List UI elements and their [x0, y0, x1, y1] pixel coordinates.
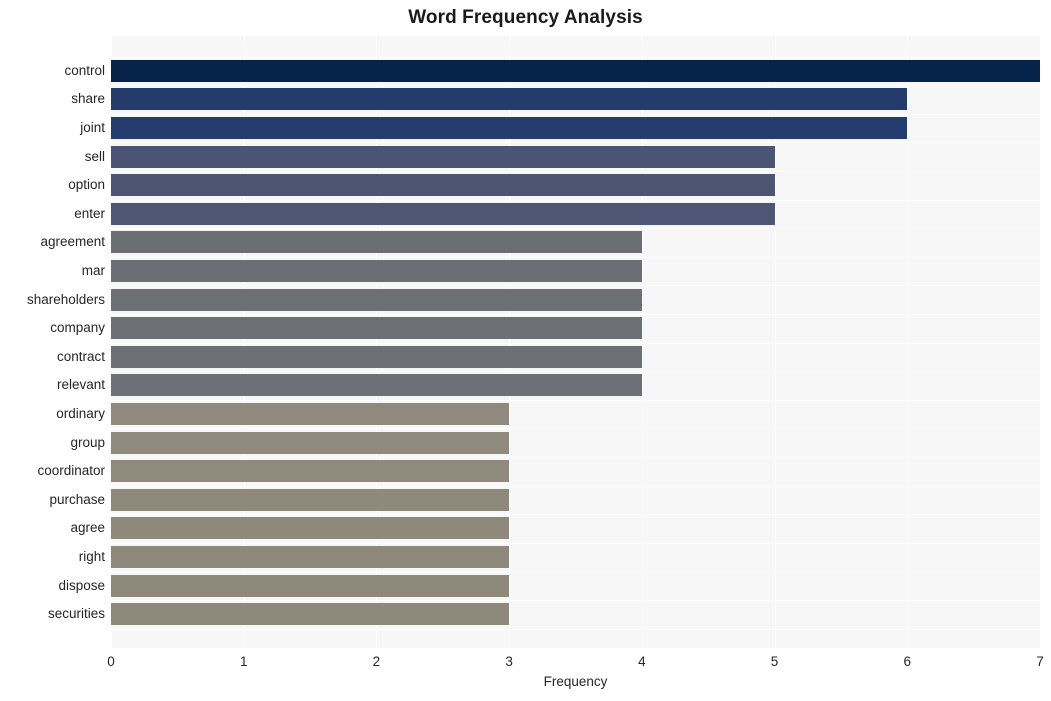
y-axis-tick-label: securities: [47, 606, 105, 622]
x-axis-tick-label: 5: [770, 654, 779, 669]
bar: [111, 403, 510, 426]
x-axis-tick-label: 4: [638, 654, 646, 669]
gridline-horizontal: [111, 629, 1040, 630]
y-axis-tick-label: control: [64, 62, 105, 78]
gridline-horizontal: [111, 285, 1040, 286]
gridline-horizontal: [111, 371, 1040, 372]
gridline-horizontal: [111, 114, 1040, 115]
gridline-horizontal: [111, 228, 1040, 229]
y-axis-tick-label: shareholders: [26, 291, 105, 307]
y-axis-tick-label: company: [50, 320, 105, 336]
bar: [111, 488, 510, 511]
x-axis-tick-label: 3: [505, 654, 513, 669]
y-axis-tick-label: enter: [74, 205, 105, 221]
gridline-horizontal: [111, 600, 1040, 601]
y-axis-tick-label: right: [78, 549, 105, 565]
chart-figure: Word Frequency Analysis control share join…: [0, 0, 1051, 701]
y-axis-tick-label: group: [70, 434, 105, 450]
y-axis-tick-label: sell: [84, 148, 105, 164]
bar: [111, 374, 642, 397]
gridline-horizontal: [111, 200, 1040, 201]
y-axis-tick-label: option: [68, 177, 105, 193]
gridline-horizontal: [111, 400, 1040, 401]
gridline-horizontal: [111, 543, 1040, 544]
y-axis-tick-label: relevant: [56, 377, 105, 393]
bar: [111, 317, 642, 340]
y-axis-tick-label: dispose: [58, 577, 105, 593]
bar: [111, 88, 908, 111]
bar: [111, 460, 510, 483]
gridline-horizontal: [111, 457, 1040, 458]
gridline-horizontal: [111, 428, 1040, 429]
y-axis-tick-label: contract: [56, 348, 105, 364]
y-axis-tick-label: share: [71, 91, 105, 107]
bar: [111, 231, 642, 254]
y-axis-tick-label: mar: [81, 263, 105, 279]
bar: [111, 174, 775, 197]
bar: [111, 546, 510, 569]
x-axis-tick-label: 0: [107, 654, 115, 669]
y-axis-tick-label: agree: [70, 520, 105, 536]
bar: [111, 431, 510, 454]
gridline-horizontal: [111, 171, 1040, 172]
x-axis-tick-label: 2: [372, 654, 381, 669]
gridline-horizontal: [111, 571, 1040, 572]
bar: [111, 260, 642, 283]
gridline-horizontal: [111, 142, 1040, 143]
bar: [111, 603, 510, 626]
bar: [111, 117, 908, 140]
bar: [111, 59, 1040, 82]
gridline-horizontal: [111, 57, 1040, 58]
bar: [111, 345, 642, 368]
y-axis-tick-label: joint: [80, 120, 105, 136]
y-axis-tick-label: ordinary: [56, 406, 105, 422]
x-axis-tick-label: 6: [903, 654, 912, 669]
bar: [111, 288, 642, 311]
y-axis-tick-labels: control share joint sell option enter agreemen…: [0, 36, 105, 648]
gridline-horizontal: [111, 314, 1040, 315]
bar: [111, 574, 510, 597]
gridline-horizontal: [111, 486, 1040, 487]
x-axis-title: Frequency: [543, 674, 608, 689]
gridline-horizontal: [111, 257, 1040, 258]
x-axis-tick-label: 1: [239, 654, 248, 669]
x-axis-tick-label: 7: [1036, 654, 1044, 669]
gridline-vertical: [907, 36, 909, 648]
y-axis-tick-label: coordinator: [37, 463, 105, 479]
y-axis-tick-label: agreement: [40, 234, 105, 250]
bar: [111, 202, 775, 225]
gridline-horizontal: [111, 514, 1040, 515]
gridline-horizontal: [111, 85, 1040, 86]
bar: [111, 517, 510, 540]
gridline-horizontal: [111, 343, 1040, 344]
y-axis-tick-label: purchase: [49, 491, 105, 507]
chart-title: Word Frequency Analysis: [408, 7, 643, 28]
plot-area: [111, 36, 1040, 648]
bar: [111, 145, 775, 168]
